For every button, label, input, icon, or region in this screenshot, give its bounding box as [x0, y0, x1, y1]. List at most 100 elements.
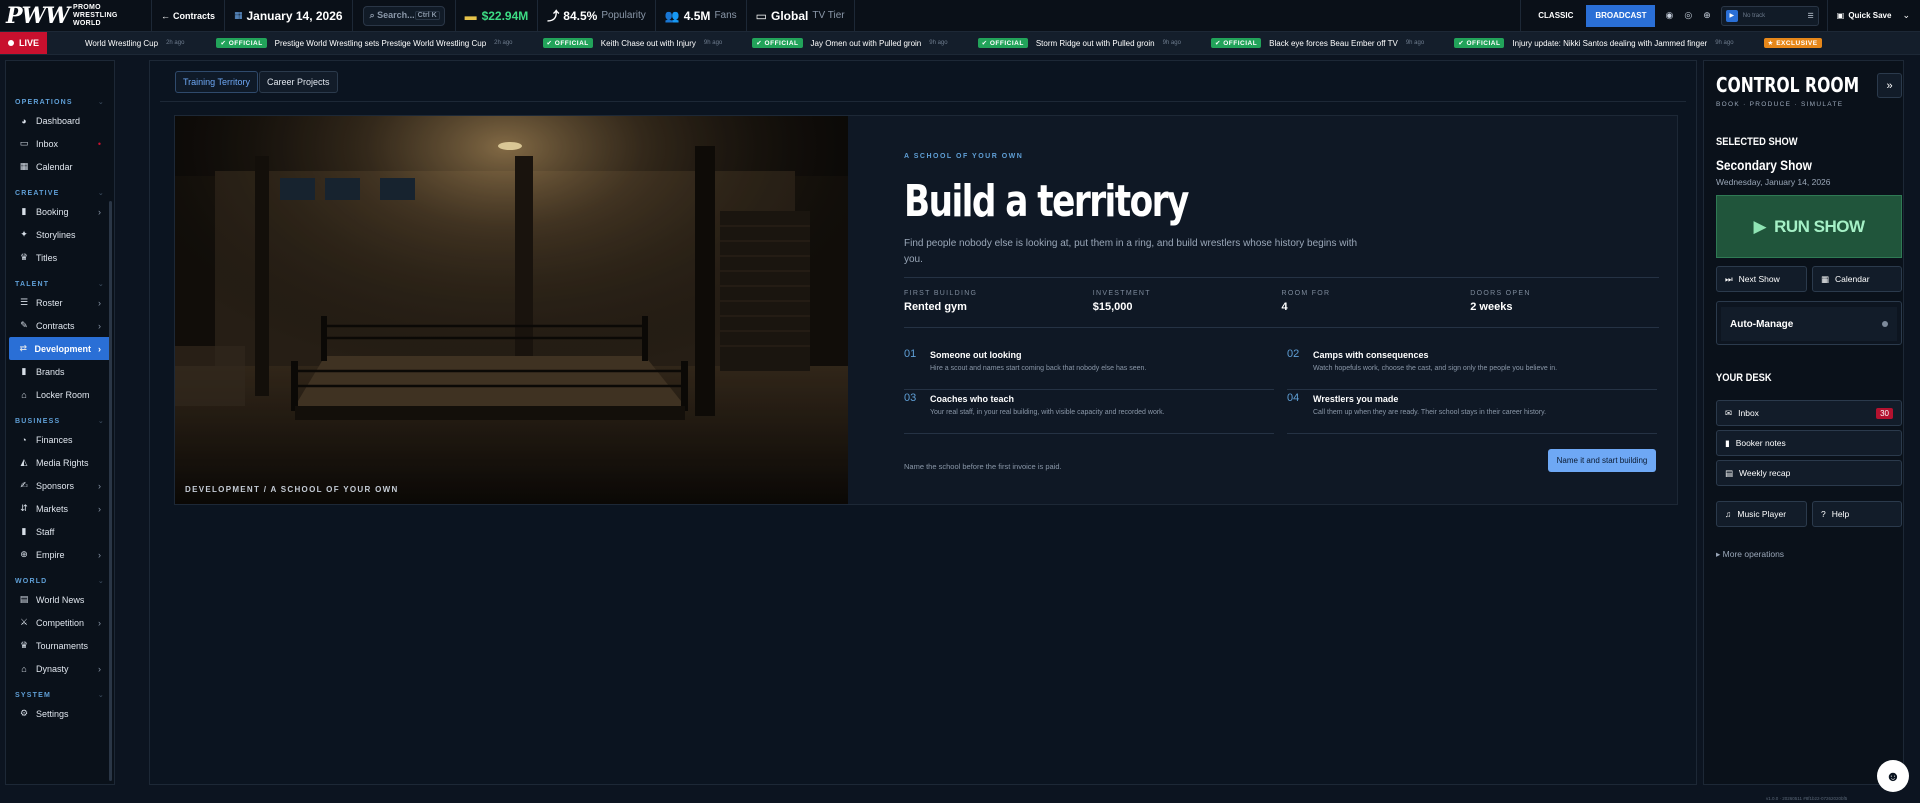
- ticker-text: Injury update: Nikki Santos dealing with…: [1512, 38, 1708, 48]
- calendar-button[interactable]: ▦ Calendar: [1812, 266, 1902, 292]
- sidebar-item-calendar[interactable]: ▦ Calendar: [9, 155, 111, 178]
- music-player-button[interactable]: ♫ Music Player: [1716, 501, 1807, 527]
- ticker-text: Prestige World Wrestling sets Prestige W…: [274, 38, 487, 48]
- weekly-recap-label: Weekly recap: [1739, 468, 1791, 478]
- ticker-item[interactable]: World Wrestling Cup 2h ago: [47, 39, 208, 48]
- sidebar-item-settings[interactable]: ⚙ Settings: [9, 702, 111, 725]
- popularity-display[interactable]: ⤴ 84.5% Popularity: [537, 0, 655, 32]
- quick-save-label: Quick Save: [1848, 11, 1892, 20]
- sidebar-item-roster[interactable]: ☰ Roster ›: [9, 291, 111, 314]
- sidebar-item-label: Markets: [36, 503, 69, 514]
- ticker-item[interactable]: ✔ OFFICIAL Injury update: Nikki Santos d…: [1446, 38, 1755, 48]
- sidebar-section-header[interactable]: SYSTEM ⌄: [6, 688, 114, 702]
- ticker-item[interactable]: ✔ OFFICIAL Black eye forces Beau Ember o…: [1203, 38, 1446, 48]
- sidebar-scrollbar[interactable]: [109, 201, 112, 781]
- control-room-subtitle: BOOK · PRODUCE · SIMULATE: [1716, 101, 1844, 108]
- sidebar-section-header[interactable]: CREATIVE ⌄: [6, 186, 114, 200]
- sidebar-section-header[interactable]: WORLD ⌄: [6, 574, 114, 588]
- sidebar-item-booking[interactable]: ▮ Booking ›: [9, 200, 111, 223]
- contracts-button[interactable]: ← Contracts: [150, 0, 224, 32]
- logo[interactable]: PWW PROMO WRESTLING WORLD: [0, 0, 151, 32]
- weekly-recap-button[interactable]: ▤ Weekly recap: [1716, 460, 1902, 486]
- inbox-button[interactable]: ✉ Inbox 30: [1716, 400, 1902, 426]
- sidebar-item-finances[interactable]: ◔ Finances: [9, 428, 111, 451]
- globe-icon[interactable]: ⊕: [1703, 10, 1711, 21]
- sidebar-item-inbox[interactable]: ▭ Inbox •: [9, 132, 111, 155]
- ticker-ago: 9h ago: [703, 40, 723, 46]
- caret-right-icon: ▸: [1716, 549, 1723, 559]
- contracts-icon: ✎: [20, 320, 28, 330]
- date-display[interactable]: ▦ January 14, 2026: [223, 0, 352, 32]
- sidebar-item-media-rights[interactable]: ◭ Media Rights: [9, 451, 111, 474]
- step-description: Call them up when they are ready. Their …: [1313, 409, 1547, 416]
- show-name[interactable]: Secondary Show: [1716, 157, 1812, 173]
- step-item: 02 Camps with consequences Watch hopeful…: [1287, 348, 1657, 390]
- sidebar-item-label: Storylines: [36, 229, 76, 240]
- sidebar-section-header[interactable]: BUSINESS ⌄: [6, 414, 114, 428]
- sidebar-item-empire[interactable]: ⊕ Empire ›: [9, 543, 111, 566]
- sidebar-section-header[interactable]: OPERATIONS ⌄: [6, 95, 114, 109]
- chevron-down-icon: ⌄: [97, 281, 105, 288]
- ticker-item[interactable]: ★ EXCLUSIVE: [1756, 38, 1830, 48]
- sidebar-item-label: Roster: [36, 297, 63, 308]
- auto-manage-toggle[interactable]: Auto-Manage: [1716, 301, 1902, 345]
- radio-icon[interactable]: ◎: [1684, 10, 1692, 21]
- quick-save-button[interactable]: ▣ Quick Save: [1826, 0, 1901, 32]
- mode-classic-button[interactable]: CLASSIC: [1529, 5, 1582, 27]
- ticker-item[interactable]: ✔ OFFICIAL Prestige World Wrestling sets…: [208, 38, 534, 48]
- sidebar-item-markets[interactable]: ⇵ Markets ›: [9, 497, 111, 520]
- search-input[interactable]: ⌕ Search... Ctrl K: [362, 5, 445, 26]
- sidebar-item-dynasty[interactable]: ⌂ Dynasty ›: [9, 657, 111, 680]
- chevron-down-icon[interactable]: ⌄: [1900, 10, 1920, 21]
- sidebar-item-locker-room[interactable]: ⌂ Locker Room: [9, 383, 111, 406]
- sidebar-item-dashboard[interactable]: ◕ Dashboard: [9, 109, 111, 132]
- ticker-item[interactable]: ✔ OFFICIAL Keith Chase out with Injury 9…: [535, 38, 745, 48]
- sidebar-item-competition[interactable]: ⚔ Competition ›: [9, 611, 111, 634]
- sidebar-item-label: Development: [34, 343, 91, 354]
- tab-career-projects[interactable]: Career Projects: [259, 71, 338, 93]
- sidebar-item-brands[interactable]: ▮ Brands: [9, 360, 111, 383]
- sidebar-item-development[interactable]: ⇄ Development ›: [9, 337, 111, 360]
- badge-text: OFFICIAL: [228, 40, 263, 47]
- hero-description: Find people nobody else is looking at, p…: [904, 238, 1358, 265]
- sidebar-item-world-news[interactable]: ▤ World News: [9, 588, 111, 611]
- booker-notes-button[interactable]: ▮ Booker notes: [1716, 430, 1902, 456]
- playlist-icon[interactable]: ☰: [1807, 12, 1813, 20]
- sidebar-item-label: Empire: [36, 549, 65, 560]
- tab-training-territory[interactable]: Training Territory: [175, 71, 259, 93]
- sidebar-item-label: Sponsors: [36, 480, 75, 491]
- collapse-panel-button[interactable]: »: [1877, 73, 1902, 98]
- search-wrap: ⌕ Search... Ctrl K: [351, 0, 449, 32]
- sidebar-item-sponsors[interactable]: ✍ Sponsors ›: [9, 474, 111, 497]
- play-icon[interactable]: ▶: [1725, 9, 1738, 22]
- mode-broadcast-button[interactable]: BROADCAST: [1586, 4, 1656, 27]
- stat-first-building: FIRST BUILDING Rented gym: [904, 278, 1093, 327]
- ticker-item[interactable]: ✔ OFFICIAL Jay Omen out with Pulled groi…: [744, 38, 969, 48]
- sidebar-section-header[interactable]: TALENT ⌄: [6, 277, 114, 291]
- run-show-button[interactable]: ▶ RUN SHOW: [1716, 195, 1902, 258]
- ticker-item[interactable]: ✔ OFFICIAL Storm Ridge out with Pulled g…: [970, 38, 1203, 48]
- next-show-button[interactable]: ⏭ Next Show: [1716, 266, 1807, 292]
- sidebar-item-contracts[interactable]: ✎ Contracts ›: [9, 314, 111, 337]
- money-display[interactable]: ▬ $22.94M: [454, 0, 538, 32]
- official-badge: ✔ OFFICIAL: [542, 38, 593, 48]
- sidebar-item-storylines[interactable]: ✦ Storylines: [9, 223, 111, 246]
- fans-display[interactable]: 👥 4.5M Fans: [654, 0, 746, 32]
- ticker-text: Jay Omen out with Pulled groin: [810, 38, 922, 48]
- live-badge[interactable]: LIVE: [0, 32, 48, 54]
- sidebar-item-staff[interactable]: ▮ Staff: [9, 520, 111, 543]
- sidebar-item-tournaments[interactable]: ♛ Tournaments: [9, 634, 111, 657]
- more-operations-toggle[interactable]: ▸ More operations: [1716, 549, 1784, 560]
- assistant-fab[interactable]: ☻: [1877, 760, 1909, 792]
- help-button[interactable]: ? Help: [1812, 501, 1902, 527]
- tv-tier-display[interactable]: ▭ Global TV Tier: [745, 0, 855, 32]
- tv-icon: ▭: [755, 8, 768, 23]
- start-building-button[interactable]: Name it and start building: [1548, 449, 1656, 472]
- notes-icon: ▮: [1725, 437, 1730, 448]
- sidebar-item-label: Competition: [36, 617, 85, 628]
- sidebar-item-titles[interactable]: ♛ Titles: [9, 246, 111, 269]
- chevron-right-icon: ›: [98, 663, 101, 674]
- circle-icon[interactable]: ◉: [1665, 10, 1673, 21]
- your-desk-label: YOUR DESK: [1716, 372, 1772, 384]
- sidebar-section-title: WORLD: [15, 577, 48, 585]
